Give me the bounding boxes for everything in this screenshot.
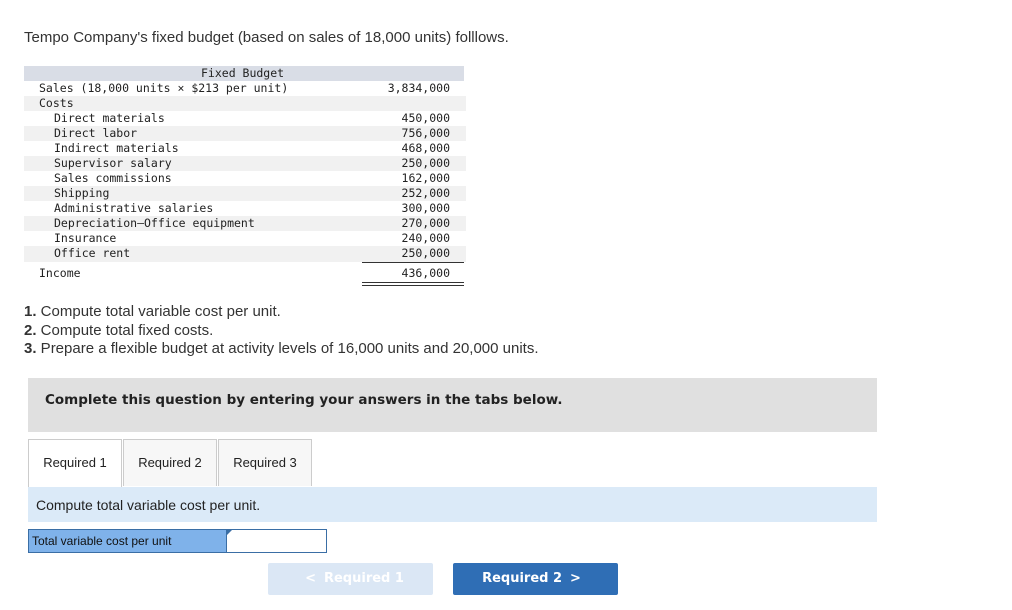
next-button[interactable]: Required 2 > (453, 563, 618, 595)
problem-intro: Tempo Company's fixed budget (based on s… (24, 29, 509, 46)
cost-label: Insurance (54, 231, 117, 245)
input-corner-flag (226, 530, 232, 536)
cost-row: Indirect materials 468,000 (24, 141, 466, 156)
cost-row: Direct labor 756,000 (24, 126, 466, 141)
cost-value: 468,000 (401, 141, 450, 155)
requirements-list: 1. Compute total variable cost per unit.… (24, 303, 539, 359)
requirement-item: 1. Compute total variable cost per unit. (24, 303, 539, 322)
tab-required-1[interactable]: Required 1 (28, 439, 122, 488)
answer-label: Total variable cost per unit (29, 530, 226, 552)
sales-row: Sales (18,000 units × $213 per unit) 3,8… (24, 81, 466, 96)
requirement-number: 1. (24, 303, 37, 320)
requirement-number: 3. (24, 340, 37, 357)
cost-row: Insurance 240,000 (24, 231, 466, 246)
sales-value: 3,834,000 (387, 81, 450, 95)
costs-row: Costs (24, 96, 466, 111)
cost-value: 270,000 (401, 216, 450, 230)
cost-label: Office rent (54, 246, 131, 260)
cost-label: Supervisor salary (54, 156, 172, 170)
cost-row: Depreciation—Office equipment 270,000 (24, 216, 466, 231)
tab-required-2[interactable]: Required 2 (123, 439, 217, 486)
subtotal-rule (362, 262, 464, 263)
cost-label: Direct labor (54, 126, 138, 140)
instruction-text: Complete this question by entering your … (45, 392, 563, 408)
cost-row: Office rent 250,000 (24, 246, 466, 262)
cost-label: Shipping (54, 186, 110, 200)
cost-value: 756,000 (401, 126, 450, 140)
cost-row: Sales commissions 162,000 (24, 171, 466, 186)
question-bar: Compute total variable cost per unit. (28, 487, 877, 522)
total-double-rule-top (362, 282, 464, 283)
requirement-text: Prepare a flexible budget at activity le… (36, 340, 539, 357)
question-text: Compute total variable cost per unit. (36, 497, 261, 513)
income-row: Income 436,000 (24, 266, 466, 281)
prev-button[interactable]: < Required 1 (268, 563, 433, 595)
budget-header: Fixed Budget (24, 66, 464, 81)
income-value: 436,000 (401, 266, 450, 280)
requirement-item: 3. Prepare a flexible budget at activity… (24, 340, 539, 359)
cost-value: 450,000 (401, 111, 450, 125)
answer-row: Total variable cost per unit (28, 529, 327, 553)
sales-label: Sales (18,000 units × $213 per unit) (39, 81, 289, 95)
cost-label: Direct materials (54, 111, 165, 125)
income-label: Income (39, 266, 81, 280)
fixed-budget-table: Fixed Budget Sales (18,000 units × $213 … (24, 66, 466, 286)
total-double-rule-bottom (362, 285, 464, 286)
requirement-text: Compute total fixed costs. (36, 321, 214, 339)
cost-label: Depreciation—Office equipment (54, 216, 255, 230)
prev-button-label: Required 1 (323, 571, 404, 586)
cost-label: Sales commissions (54, 171, 172, 185)
cost-value: 240,000 (401, 231, 450, 245)
next-button-label: Required 2 (482, 571, 563, 586)
budget-header-label: Fixed Budget (201, 66, 285, 80)
requirement-number: 2. (24, 321, 37, 339)
cost-value: 250,000 (401, 156, 450, 170)
cost-value: 252,000 (401, 186, 450, 200)
chevron-right-icon: > (570, 571, 581, 586)
cost-label: Indirect materials (54, 141, 179, 155)
tab-required-3[interactable]: Required 3 (218, 439, 312, 486)
requirement-text: Compute total variable cost per unit. (36, 303, 281, 320)
costs-label: Costs (39, 96, 74, 110)
cost-value: 250,000 (401, 246, 450, 260)
chevron-left-icon: < (305, 571, 316, 586)
cost-row: Supervisor salary 250,000 (24, 156, 466, 171)
cost-value: 300,000 (401, 201, 450, 215)
total-variable-cost-input[interactable] (226, 530, 326, 552)
cost-row: Administrative salaries 300,000 (24, 201, 466, 216)
cost-label: Administrative salaries (54, 201, 214, 215)
cost-row: Shipping 252,000 (24, 186, 466, 201)
requirement-item: 2. Compute total fixed costs. (24, 322, 539, 341)
cost-value: 162,000 (401, 171, 450, 185)
cost-row: Direct materials 450,000 (24, 111, 466, 126)
instruction-banner: Complete this question by entering your … (28, 378, 877, 432)
